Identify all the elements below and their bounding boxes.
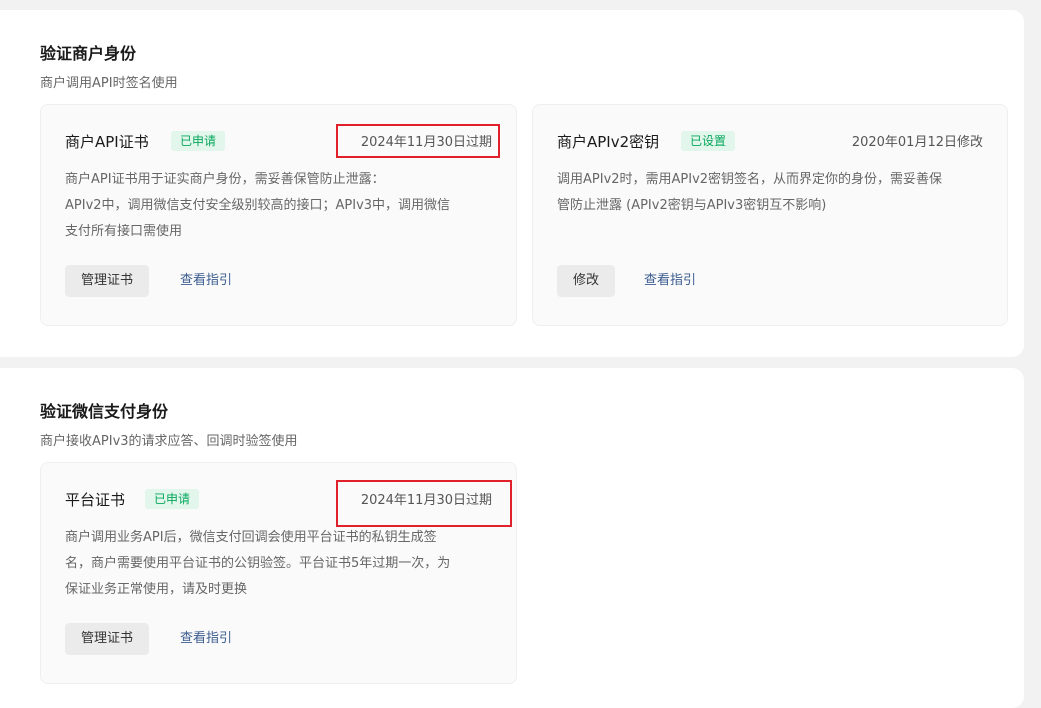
section-subtitle: 商户接收APIv3的请求应答、回调时验签使用 (40, 434, 298, 449)
highlight-box (336, 124, 500, 158)
view-guide-link[interactable]: 查看指引 (180, 265, 232, 297)
status-badge: 已申请 (145, 489, 200, 509)
desc-line: 名，商户需要使用平台证书的公钥验签。平台证书5年过期一次，为 (65, 556, 451, 571)
card-description: 商户API证书用于证实商户身份，需妥善保管防止泄露： APIv2中，调用微信支付… (65, 167, 485, 245)
desc-line: APIv2中，调用微信支付安全级别较高的接口；APIv3中，调用微信 (65, 198, 451, 213)
desc-line: 支付所有接口需使用 (65, 224, 183, 239)
section-verify-wechatpay: 验证微信支付身份 商户接收APIv3的请求应答、回调时验签使用 平台证书 已申请… (0, 368, 1024, 708)
desc-line: 商户API证书用于证实商户身份，需妥善保管防止泄露： (65, 172, 385, 187)
card-title: 商户APIv2密钥 (557, 133, 660, 151)
section-title: 验证微信支付身份 (40, 402, 169, 421)
card-description: 调用APIv2时，需用APIv2密钥签名，从而界定你的身份，需妥善保 管防止泄露… (557, 167, 977, 219)
card-title: 商户API证书 (65, 133, 149, 151)
section-verify-merchant: 验证商户身份 商户调用API时签名使用 商户API证书 已申请 2024年11月… (0, 10, 1024, 357)
section-title: 验证商户身份 (40, 44, 137, 63)
modify-button[interactable]: 修改 (557, 265, 616, 297)
view-guide-link[interactable]: 查看指引 (644, 265, 696, 297)
desc-line: 保证业务正常使用，请及时更换 (65, 582, 248, 597)
card-merchant-apiv2-key: 商户APIv2密钥 已设置 2020年01月12日修改 调用APIv2时，需用A… (532, 104, 1008, 326)
card-title: 平台证书 (65, 491, 126, 509)
card-description: 商户调用业务API后，微信支付回调会使用平台证书的私钥生成签 名，商户需要使用平… (65, 525, 485, 603)
desc-line: 调用APIv2时，需用APIv2密钥签名，从而界定你的身份，需妥善保 (557, 172, 943, 187)
desc-line: 商户调用业务API后，微信支付回调会使用平台证书的私钥生成签 (65, 530, 437, 545)
modified-date: 2020年01月12日修改 (851, 135, 983, 150)
view-guide-link[interactable]: 查看指引 (180, 623, 232, 655)
status-badge: 已设置 (681, 131, 736, 151)
manage-cert-button[interactable]: 管理证书 (65, 623, 150, 655)
highlight-box (336, 480, 512, 527)
section-subtitle: 商户调用API时签名使用 (40, 76, 178, 91)
desc-line: 管防止泄露 (APIv2密钥与APIv3密钥互不影响) (557, 198, 827, 213)
status-badge: 已申请 (171, 131, 226, 151)
manage-cert-button[interactable]: 管理证书 (65, 265, 150, 297)
